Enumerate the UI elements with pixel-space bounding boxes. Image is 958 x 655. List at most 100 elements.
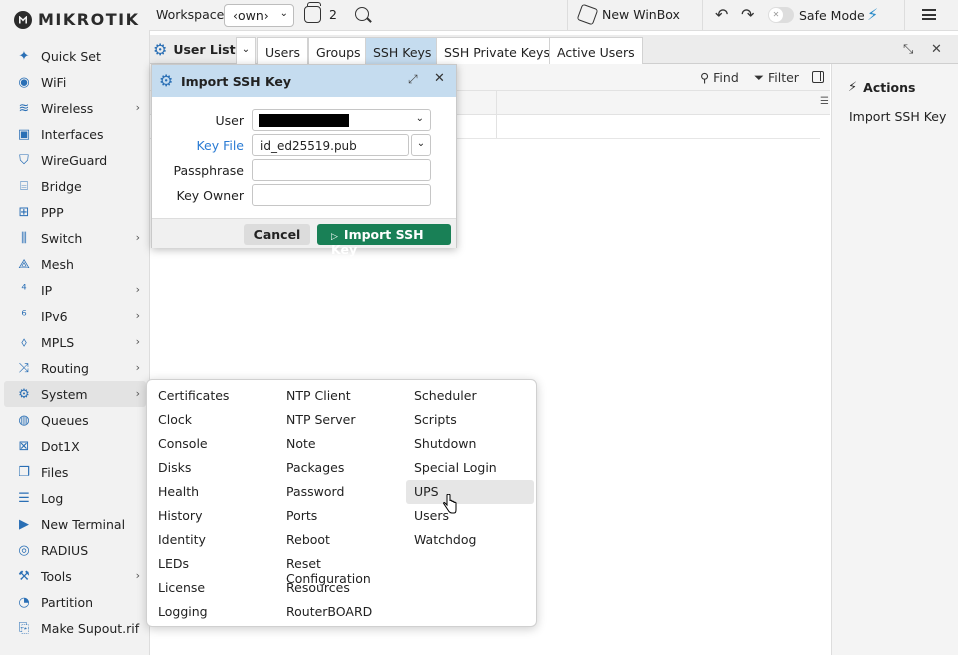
undo-icon[interactable]: ↶ xyxy=(715,5,728,24)
submenu-item-leds[interactable]: LEDs xyxy=(150,552,274,576)
safe-mode-icon[interactable]: ⚡ xyxy=(867,5,878,24)
submenu-item-ntp-client[interactable]: NTP Client xyxy=(278,384,402,408)
sidebar-item-partition[interactable]: ◔ Partition xyxy=(4,589,146,615)
submenu-item-packages[interactable]: Packages xyxy=(278,456,402,480)
submenu-item-license[interactable]: License xyxy=(150,576,274,600)
filter-button[interactable]: ⏷ Filter xyxy=(754,70,799,86)
key-file-dropdown[interactable]: ⌄ xyxy=(411,134,431,156)
submenu-item-watchdog[interactable]: Watchdog xyxy=(406,528,534,552)
tab-bar: ⚙ User List ⌄ Users Groups SSH Keys SSH … xyxy=(150,35,958,64)
search-icon[interactable] xyxy=(355,7,369,21)
sidebar-item-wireguard[interactable]: ⛉ WireGuard xyxy=(4,147,146,173)
sidebar-item-switch[interactable]: ⫼ Switch › xyxy=(4,225,146,251)
tab-groups[interactable]: Groups xyxy=(308,37,369,64)
tab-users[interactable]: Users xyxy=(257,37,309,64)
sidebar-item-radius[interactable]: ◎ RADIUS xyxy=(4,537,146,563)
workspace-select[interactable]: ‹own› ⌄ xyxy=(224,4,294,27)
submenu-item-disks[interactable]: Disks xyxy=(150,456,274,480)
collapse-icon[interactable]: ⤡ xyxy=(903,42,913,57)
tab-user-list[interactable]: ⚙ User List xyxy=(153,35,244,64)
key-file-input[interactable]: id_ed25519.pub xyxy=(252,134,409,156)
sidebar-item-label: MPLS xyxy=(41,334,75,350)
expand-icon[interactable]: ⤢ xyxy=(408,72,418,87)
user-label: User xyxy=(215,113,245,128)
user-select[interactable]: ⌄ xyxy=(252,109,431,131)
submenu-item-shutdown[interactable]: Shutdown xyxy=(406,432,534,456)
submenu-item-logging[interactable]: Logging xyxy=(150,600,274,624)
submenu-item-ntp-server[interactable]: NTP Server xyxy=(278,408,402,432)
sidebar-item-log[interactable]: ☰ Log xyxy=(4,485,146,511)
sidebar-item-ipv6[interactable]: ⁶ IPv6 › xyxy=(4,303,146,329)
close-icon[interactable]: ✕ xyxy=(434,71,445,86)
new-winbox-button[interactable]: New WinBox xyxy=(576,3,680,26)
dialog-title: Import SSH Key xyxy=(181,74,292,89)
gear-icon: ⚙ xyxy=(153,40,168,59)
submenu-item-resources[interactable]: Resources xyxy=(278,576,402,600)
column-menu-icon[interactable]: ☰ xyxy=(820,96,829,107)
sidebar-item-interfaces[interactable]: ▣ Interfaces xyxy=(4,121,146,147)
submenu-item-ports[interactable]: Ports xyxy=(278,504,402,528)
submenu-item-health[interactable]: Health xyxy=(150,480,274,504)
sidebar-item-label: PPP xyxy=(41,204,64,220)
cancel-button[interactable]: Cancel xyxy=(244,224,310,245)
sidebar-item-wifi[interactable]: ◉ WiFi xyxy=(4,69,146,95)
safe-mode-toggle[interactable] xyxy=(768,7,794,23)
key-owner-label: Key Owner xyxy=(176,188,244,203)
submenu-item-users[interactable]: Users xyxy=(406,504,534,528)
redo-icon[interactable]: ↷ xyxy=(741,5,754,24)
sidebar-item-label: Queues xyxy=(41,412,89,428)
sidebar-item-queues[interactable]: ◍ Queues xyxy=(4,407,146,433)
passphrase-input[interactable] xyxy=(252,159,431,181)
hamburger-menu-icon[interactable] xyxy=(922,9,936,20)
redacted-value xyxy=(259,114,349,127)
dialog-header[interactable]: ⚙ Import SSH Key ⤢ ✕ xyxy=(152,65,456,97)
sidebar-item-system[interactable]: ⚙ System › xyxy=(4,381,146,407)
submenu-item-scripts[interactable]: Scripts xyxy=(406,408,534,432)
submenu-item-console[interactable]: Console xyxy=(150,432,274,456)
sidebar-item-make-supout-rif[interactable]: ⎘ Make Supout.rif xyxy=(4,615,146,641)
sidebar-item-mpls[interactable]: ⬨ MPLS › xyxy=(4,329,146,355)
sidebar-item-quick-set[interactable]: ✦ Quick Set xyxy=(4,43,146,69)
mpls-tag-icon: ⬨ xyxy=(21,334,27,350)
import-ssh-key-button[interactable]: ▷ Import SSH Key xyxy=(317,224,451,257)
sidebar-item-files[interactable]: ❐ Files xyxy=(4,459,146,485)
sidebar-item-new-terminal[interactable]: ▶ New Terminal xyxy=(4,511,146,537)
submenu-item-reset-configuration[interactable]: Reset Configuration xyxy=(278,552,402,586)
action-import-ssh-key[interactable]: Import SSH Key xyxy=(849,109,946,124)
submenu-item-scheduler[interactable]: Scheduler xyxy=(406,384,534,408)
tab-dropdown-button[interactable]: ⌄ xyxy=(236,37,256,64)
tab-ssh-keys[interactable]: SSH Keys xyxy=(365,37,440,64)
key-owner-input[interactable] xyxy=(252,184,431,206)
mesh-icon: ⟁ xyxy=(18,256,30,272)
sidebar-item-mesh[interactable]: ⟁ Mesh xyxy=(4,251,146,277)
sidebar-item-label: Bridge xyxy=(41,178,82,194)
submenu-item-history[interactable]: History xyxy=(150,504,274,528)
sidebar-item-routing[interactable]: ⤨ Routing › xyxy=(4,355,146,381)
key-file-label[interactable]: Key File xyxy=(196,138,244,153)
submenu-item-password[interactable]: Password xyxy=(278,480,402,504)
passphrase-row: Passphrase xyxy=(152,159,458,181)
find-button[interactable]: ⚲ Find xyxy=(700,70,739,85)
sidebar-item-bridge[interactable]: ⌸ Bridge xyxy=(4,173,146,199)
submenu-item-note[interactable]: Note xyxy=(278,432,402,456)
sidebar-item-tools[interactable]: ⚒ Tools › xyxy=(4,563,146,589)
submenu-column: Certificates Clock Console Disks Health Histo… xyxy=(150,384,274,624)
chevron-down-icon: ⌄ xyxy=(416,138,426,149)
sidebar-item-ppp[interactable]: ⊞ PPP xyxy=(4,199,146,225)
tab-ssh-private-keys[interactable]: SSH Private Keys xyxy=(436,37,558,64)
log-icon: ☰ xyxy=(18,490,30,506)
submenu-item-routerboard[interactable]: RouterBOARD xyxy=(278,600,402,624)
submenu-item-identity[interactable]: Identity xyxy=(150,528,274,552)
sidebar-item-dot1x[interactable]: ⊠ Dot1X xyxy=(4,433,146,459)
submenu-item-certificates[interactable]: Certificates xyxy=(150,384,274,408)
windows-stack-icon[interactable] xyxy=(304,2,321,23)
close-icon[interactable]: ✕ xyxy=(931,42,942,57)
side-panel-icon[interactable] xyxy=(812,71,824,83)
sidebar-item-ip[interactable]: ⁴ IP › xyxy=(4,277,146,303)
tab-active-users[interactable]: Active Users xyxy=(549,37,643,64)
submenu-item-clock[interactable]: Clock xyxy=(150,408,274,432)
submenu-item-special-login[interactable]: Special Login xyxy=(406,456,534,480)
sidebar-item-wireless[interactable]: ≋ Wireless › xyxy=(4,95,146,121)
submenu-item-ups[interactable]: UPS xyxy=(406,480,534,504)
submenu-item-reboot[interactable]: Reboot xyxy=(278,528,402,552)
